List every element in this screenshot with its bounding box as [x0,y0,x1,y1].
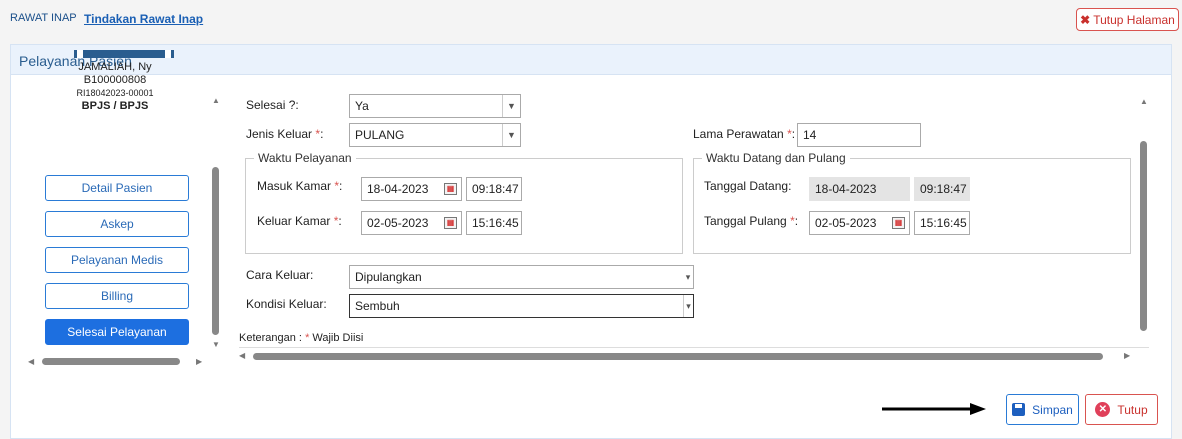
selesai-value: Ya [355,99,369,113]
waktu-datang-group: Waktu Datang dan Pulang Tanggal Datang: … [693,151,1131,254]
breadcrumb-module[interactable]: RAWAT INAP [10,12,77,24]
arrow-right-icon [882,403,986,415]
tanggal-pulang-label: Tanggal Pulang *: [704,214,799,228]
jenis-keluar-select[interactable]: PULANG ▼ [349,123,521,147]
kondisi-keluar-value: Sembuh [355,299,400,313]
jenis-keluar-label: Jenis Keluar *: [246,127,324,141]
masuk-kamar-label: Masuk Kamar *: [257,179,343,193]
nav-askep[interactable]: Askep [45,211,189,237]
close-circle-icon: ✕ [1095,402,1111,417]
form-horizontal-scrollbar[interactable]: ◀ ▶ [239,350,1149,362]
scroll-thumb[interactable] [212,167,219,335]
close-button[interactable]: ✕ Tutup [1085,394,1158,425]
form-vertical-scrollbar[interactable]: ▲ [1138,96,1149,346]
keluar-kamar-label: Keluar Kamar *: [257,214,342,228]
kondisi-keluar-select[interactable]: Sembuh ▾ [349,294,694,318]
waktu-pelayanan-legend: Waktu Pelayanan [254,151,356,165]
patient-name: JAMALIAH, Ny [78,61,152,73]
cara-keluar-select[interactable]: Dipulangkan ▾ [349,265,694,289]
nav-billing[interactable]: Billing [45,283,189,309]
cara-keluar-value: Dipulangkan [355,270,422,284]
chevron-down-icon: ▾ [685,271,691,282]
scroll-down-icon[interactable]: ▼ [212,341,220,349]
chevron-down-icon: ▾ [683,295,693,317]
cara-keluar-label: Cara Keluar: [246,268,314,282]
waktu-pelayanan-group: Waktu Pelayanan Masuk Kamar *: 18-04-202… [245,151,683,254]
lama-perawatan-input[interactable]: 14 [797,123,921,147]
tanggal-datang-input: 18-04-2023 [809,177,910,201]
calendar-icon[interactable]: ▦ [892,217,905,229]
patient-payer: BPJS / BPJS [81,100,149,112]
keluar-date-input[interactable]: 02-05-2023 ▦ [361,211,462,235]
waktu-datang-legend: Waktu Datang dan Pulang [702,151,850,165]
sidebar-horizontal-scrollbar[interactable]: ◀ ▶ [28,356,203,368]
scroll-thumb[interactable] [42,358,180,365]
selesai-select[interactable]: Ya ▼ [349,94,521,118]
keluar-time-input[interactable]: 15:16:45 [466,211,522,235]
tanggal-pulang-input[interactable]: 02-05-2023 ▦ [809,211,910,235]
floppy-disk-icon [1012,403,1026,416]
lama-perawatan-label: Lama Perawatan *: [693,127,796,141]
breadcrumb-page[interactable]: Tindakan Rawat Inap [84,12,203,26]
nav-pelayanan-medis[interactable]: Pelayanan Medis [45,247,189,273]
scroll-left-icon[interactable]: ◀ [28,358,34,366]
masuk-time-input[interactable]: 09:18:47 [466,177,522,201]
chevron-down-icon: ▼ [502,124,520,146]
scroll-right-icon[interactable]: ▶ [1124,352,1130,360]
close-page-label: Tutup Halaman [1093,12,1175,27]
kondisi-keluar-label: Kondisi Keluar: [246,297,327,311]
patient-sidebar: JAMALIAH, Ny B100000808 RI18042023-00001… [20,50,218,370]
patient-rm-number: B100000808 [83,74,147,86]
selesai-label: Selesai ?: [246,98,299,112]
scroll-up-icon[interactable]: ▲ [212,97,220,105]
sidebar-vertical-scrollbar[interactable]: ▲ ▼ [210,95,221,349]
jam-pulang-input[interactable]: 15:16:45 [914,211,970,235]
required-note: Keterangan : * Wajib Diisi [239,332,364,344]
jenis-keluar-value: PULANG [355,128,405,142]
save-button[interactable]: Simpan [1006,394,1079,425]
scroll-left-icon[interactable]: ◀ [239,352,245,360]
masuk-date-input[interactable]: 18-04-2023 ▦ [361,177,462,201]
close-page-button[interactable]: ✖ Tutup Halaman [1076,8,1179,31]
patient-card-header [74,50,174,58]
discharge-form: Selesai ?: Ya ▼ Jenis Keluar *: PULANG ▼… [239,88,1149,348]
chevron-down-icon: ▼ [502,95,520,117]
calendar-icon[interactable]: ▦ [444,217,457,229]
top-bar: RAWAT INAP Tindakan Rawat Inap ✖ Tutup H… [0,0,1182,36]
scroll-up-icon[interactable]: ▲ [1140,98,1148,106]
x-icon: ✖ [1080,12,1091,27]
nav-detail-pasien[interactable]: Detail Pasien [45,175,189,201]
scroll-right-icon[interactable]: ▶ [196,358,202,366]
save-button-label: Simpan [1032,402,1073,417]
calendar-icon[interactable]: ▦ [444,183,457,195]
scroll-thumb[interactable] [1140,141,1147,331]
jam-datang-input: 09:18:47 [914,177,970,201]
close-button-label: Tutup [1117,402,1148,417]
tanggal-datang-label: Tanggal Datang: [704,179,792,193]
nav-selesai-pelayanan[interactable]: Selesai Pelayanan [45,319,189,345]
patient-reg-number: RI18042023-00001 [76,88,154,98]
scroll-thumb[interactable] [253,353,1103,360]
